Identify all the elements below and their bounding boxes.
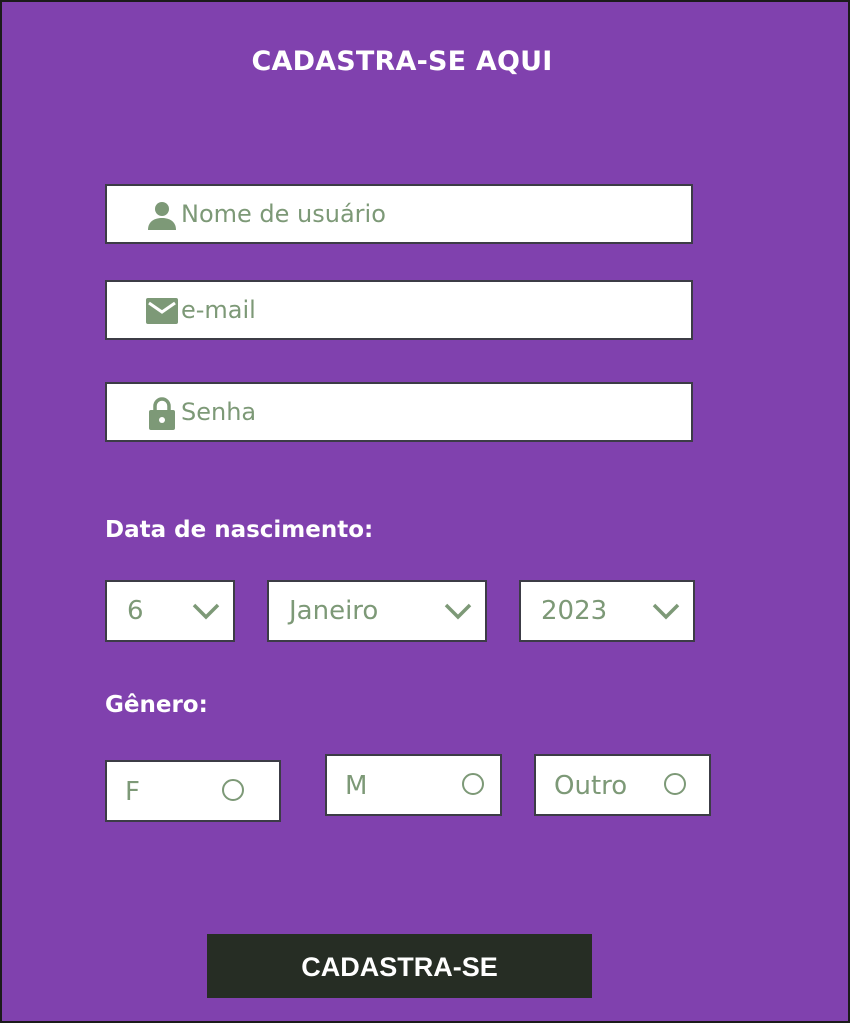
month-select[interactable]: Janeiro: [267, 580, 487, 642]
birth-date-label: Data de nascimento:: [105, 517, 374, 543]
mail-icon: [145, 294, 179, 328]
year-select[interactable]: 2023: [519, 580, 695, 642]
gender-option-m[interactable]: M: [325, 754, 502, 816]
signup-page: CADASTRA-SE AQUI Nome de usuário e-mail …: [0, 0, 850, 1023]
email-input[interactable]: [181, 282, 671, 338]
submit-button[interactable]: CADASTRA-SE: [207, 934, 592, 998]
page-title: CADASTRA-SE AQUI: [251, 46, 553, 77]
password-field[interactable]: [105, 382, 693, 442]
gender-option-label: F: [125, 777, 140, 807]
radio-icon[interactable]: [222, 779, 244, 801]
day-select[interactable]: 6: [105, 580, 235, 642]
user-icon: [145, 198, 179, 232]
email-field[interactable]: [105, 280, 693, 340]
chevron-down-icon: [191, 599, 221, 623]
gender-label: Gênero:: [105, 692, 208, 718]
gender-option-outro[interactable]: Outro: [534, 754, 711, 816]
gender-option-label: Outro: [554, 771, 628, 801]
gender-option-label: M: [345, 771, 368, 801]
day-value: 6: [127, 596, 144, 626]
password-input[interactable]: [181, 384, 671, 440]
gender-option-f[interactable]: F: [105, 760, 281, 822]
lock-icon: [145, 396, 179, 430]
radio-icon[interactable]: [664, 773, 686, 795]
chevron-down-icon: [443, 599, 473, 623]
username-field[interactable]: [105, 184, 693, 244]
chevron-down-icon: [651, 599, 681, 623]
month-value: Janeiro: [289, 596, 379, 626]
username-input[interactable]: [181, 186, 671, 242]
radio-icon[interactable]: [462, 773, 484, 795]
year-value: 2023: [541, 596, 608, 626]
